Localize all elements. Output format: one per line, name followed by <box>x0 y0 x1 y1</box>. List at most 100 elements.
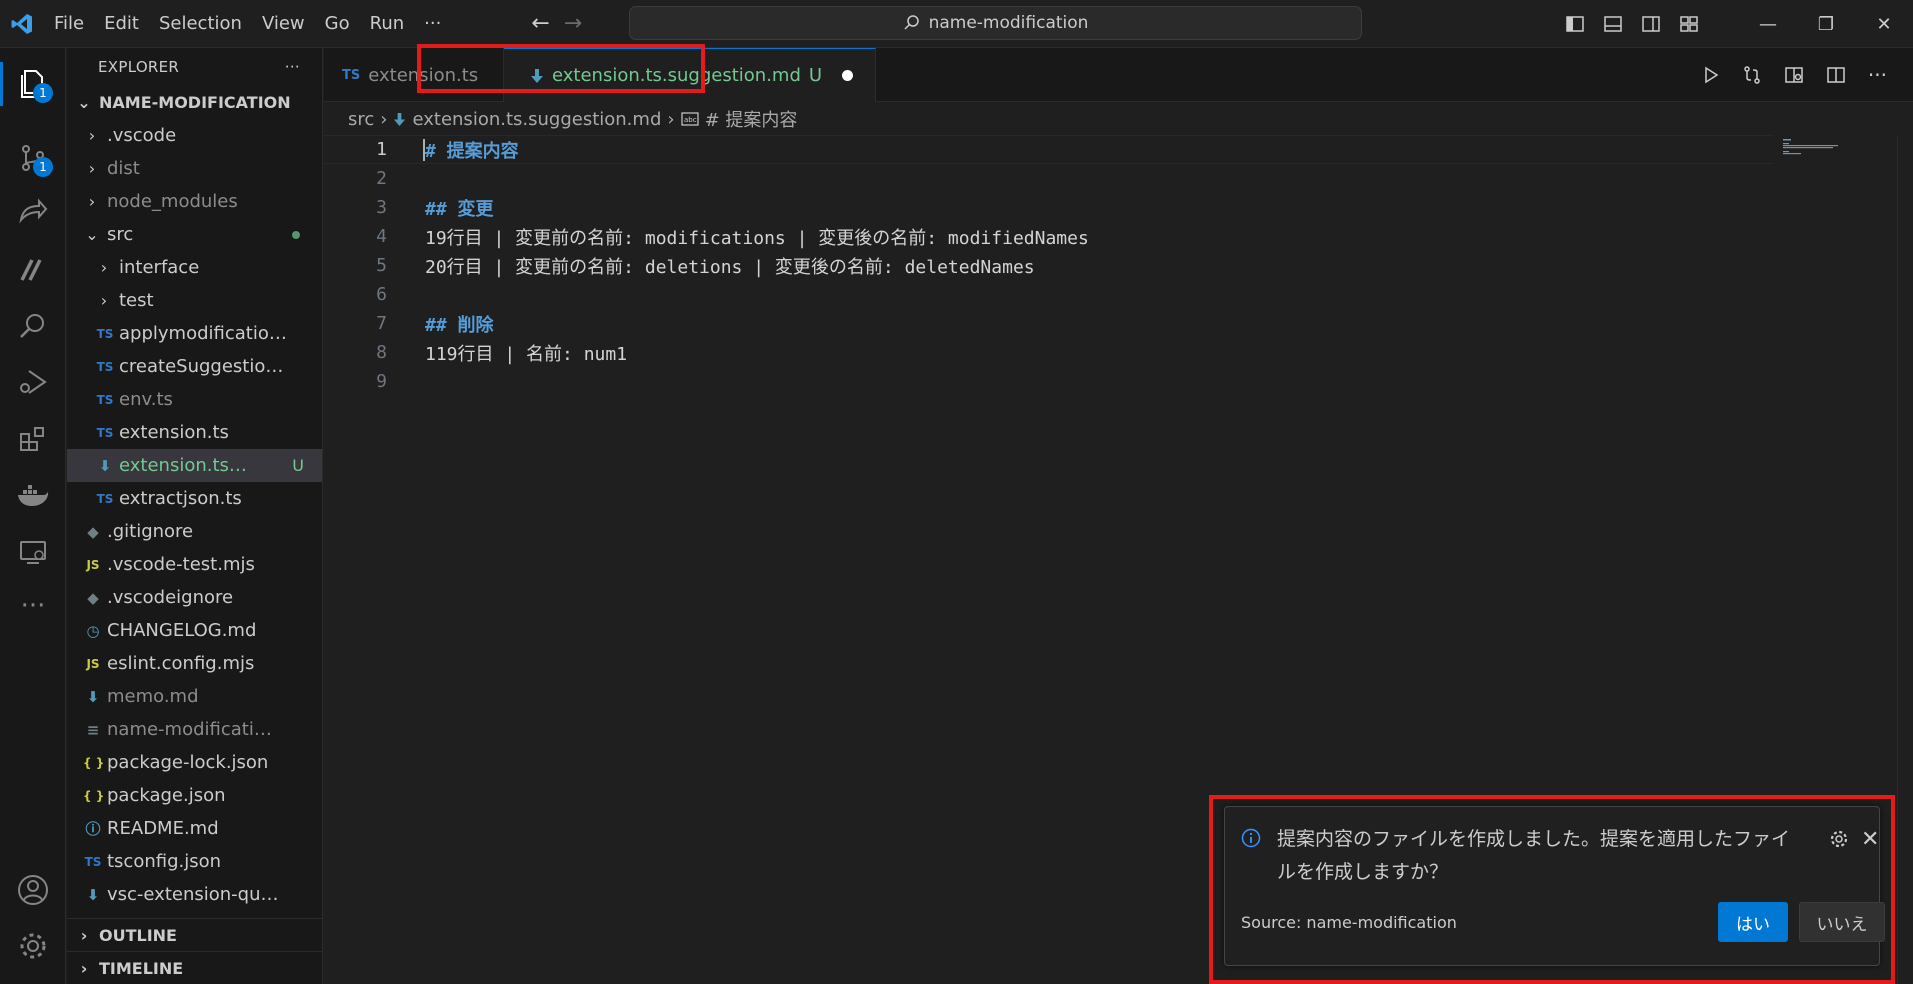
file-item[interactable]: ⬇ vsc-extension-quickst... <box>67 878 322 911</box>
tree-item-label: .vscode-test.mjs <box>107 554 255 575</box>
file-item[interactable]: TS extractjson.ts <box>67 482 322 515</box>
menu-more[interactable]: ··· <box>414 0 451 48</box>
file-item[interactable]: TS extension.ts <box>67 416 322 449</box>
unsaved-dot-icon[interactable] <box>842 70 854 81</box>
menu-file[interactable]: File <box>44 0 94 48</box>
line-number: 6 <box>376 284 387 305</box>
forward-arrow-icon[interactable]: → <box>564 11 582 36</box>
toggle-primary-sidebar-icon[interactable] <box>1565 14 1585 34</box>
code-line[interactable]: 2 <box>324 164 1774 193</box>
tree-item-label: extension.ts <box>119 422 229 443</box>
open-preview-icon[interactable] <box>1784 65 1804 85</box>
chevron-right-icon: › <box>667 108 675 130</box>
typescript-file-icon: TS <box>96 491 114 506</box>
folder-item[interactable]: › node_modules <box>67 185 322 218</box>
chevron-right-icon: › <box>100 258 108 277</box>
file-item[interactable]: TS createSuggestionFil... <box>67 350 322 383</box>
file-item[interactable]: ◷ CHANGELOG.md <box>67 614 322 647</box>
remote-share-icon[interactable] <box>0 184 66 240</box>
editor-scrollbar[interactable] <box>1897 135 1913 984</box>
more-views-icon[interactable]: ··· <box>0 578 66 634</box>
code-line[interactable]: 1 # 提案内容 <box>324 135 1774 164</box>
file-item[interactable]: ◆ .gitignore <box>67 515 322 548</box>
file-item[interactable]: ⓘ README.md <box>67 812 322 845</box>
line-code: ## 変更 <box>425 198 494 220</box>
code-line[interactable]: 9 <box>324 367 1774 396</box>
file-item[interactable]: JS .vscode-test.mjs <box>67 548 322 581</box>
vscode-logo-icon <box>0 0 44 48</box>
file-item[interactable]: ◆ .vscodeignore <box>67 581 322 614</box>
code-line[interactable]: 3 ## 変更 <box>324 193 1774 222</box>
workspace-root[interactable]: ⌄ NAME-MODIFICATION <box>67 86 322 119</box>
menu-selection[interactable]: Selection <box>149 0 252 48</box>
file-item[interactable]: JS eslint.config.mjs <box>67 647 322 680</box>
folder-item[interactable]: › interface <box>67 251 322 284</box>
code-line[interactable]: 6 <box>324 280 1774 309</box>
code-line[interactable]: 5 20行目 | 変更前の名前: deletions | 変更後の名前: dele… <box>324 251 1774 280</box>
vercel-slash-icon[interactable] <box>0 241 66 297</box>
editor-more-icon[interactable]: ··· <box>1868 63 1887 87</box>
file-item[interactable]: TS env.ts <box>67 383 322 416</box>
menu-edit[interactable]: Edit <box>94 0 149 48</box>
tree-item-label: vsc-extension-quickst... <box>107 884 282 905</box>
toggle-secondary-sidebar-icon[interactable] <box>1641 14 1661 34</box>
command-center[interactable]: name-modification <box>629 6 1362 40</box>
split-editor-icon[interactable] <box>1826 65 1846 85</box>
minimize-icon[interactable]: — <box>1739 0 1797 48</box>
toggle-panel-icon[interactable] <box>1603 14 1623 34</box>
line-number: 9 <box>376 371 387 392</box>
tree-item-label: extractjson.ts <box>119 488 242 509</box>
folder-item[interactable]: › .vscode <box>67 119 322 152</box>
source-control-badge: 1 <box>33 157 53 177</box>
accounts-icon[interactable] <box>0 862 66 918</box>
back-arrow-icon[interactable]: ← <box>531 11 549 36</box>
typescript-file-icon: TS <box>96 326 114 341</box>
breadcrumb-folder[interactable]: src <box>348 109 374 130</box>
explorer-header: EXPLORER ··· <box>67 48 322 86</box>
explorer-more-icon[interactable]: ··· <box>285 58 300 76</box>
run-debug-icon[interactable] <box>0 354 66 410</box>
run-icon[interactable] <box>1702 66 1720 84</box>
line-number: 4 <box>376 226 387 247</box>
folder-item[interactable]: › dist <box>67 152 322 185</box>
menu-go[interactable]: Go <box>315 0 360 48</box>
file-item[interactable]: TS applymodification.ts <box>67 317 322 350</box>
code-line[interactable]: 7 ## 削除 <box>324 309 1774 338</box>
file-item[interactable]: ⬇ memo.md <box>67 680 322 713</box>
ignore-file-icon: ◆ <box>87 588 99 607</box>
restore-icon[interactable]: ❐ <box>1797 0 1855 48</box>
remote-explorer-icon[interactable] <box>0 524 66 580</box>
tree-item-label: env.ts <box>119 389 173 410</box>
line-code: ## 削除 <box>425 314 494 336</box>
file-item[interactable]: ≡ name-modification-0.... <box>67 713 322 746</box>
timeline-section[interactable]: › TIMELINE <box>67 951 322 984</box>
explorer-icon[interactable]: 1 <box>0 56 66 112</box>
menu-bar: File Edit Selection View Go Run ··· <box>44 0 451 48</box>
extensions-icon[interactable] <box>0 412 66 468</box>
code-line[interactable]: 8 119行目 | 名前: num1 <box>324 338 1774 367</box>
file-item[interactable]: { } package.json <box>67 779 322 812</box>
file-item[interactable]: ⬇ extension.ts.su... U <box>67 449 322 482</box>
explorer-badge: 1 <box>33 83 53 103</box>
breadcrumb-file[interactable]: extension.ts.suggestion.md <box>412 109 661 130</box>
settings-gear-icon[interactable] <box>0 918 66 974</box>
close-window-icon[interactable]: ✕ <box>1855 0 1913 48</box>
line-code: # 提案内容 <box>425 140 519 162</box>
folder-item[interactable]: › test <box>67 284 322 317</box>
code-line[interactable]: 4 19行目 | 変更前の名前: modifications | 変更後の名前: … <box>324 222 1774 251</box>
minimap[interactable] <box>1783 137 1853 157</box>
breadcrumb-symbol[interactable]: # 提案内容 <box>705 106 798 132</box>
source-control-icon[interactable]: 1 <box>0 130 66 186</box>
file-item[interactable]: TS tsconfig.json <box>67 845 322 878</box>
customize-layout-icon[interactable] <box>1679 14 1699 34</box>
tree-item-label: tsconfig.json <box>107 851 222 872</box>
menu-run[interactable]: Run <box>360 0 415 48</box>
folder-item[interactable]: ⌄ src <box>67 218 322 251</box>
docker-icon[interactable] <box>0 468 66 524</box>
menu-view[interactable]: View <box>252 0 315 48</box>
file-item[interactable]: { } package-lock.json <box>67 746 322 779</box>
outline-section[interactable]: › OUTLINE <box>67 918 322 951</box>
search-view-icon[interactable] <box>0 298 66 354</box>
compare-changes-icon[interactable] <box>1742 65 1762 85</box>
timeline-label: TIMELINE <box>99 958 184 978</box>
